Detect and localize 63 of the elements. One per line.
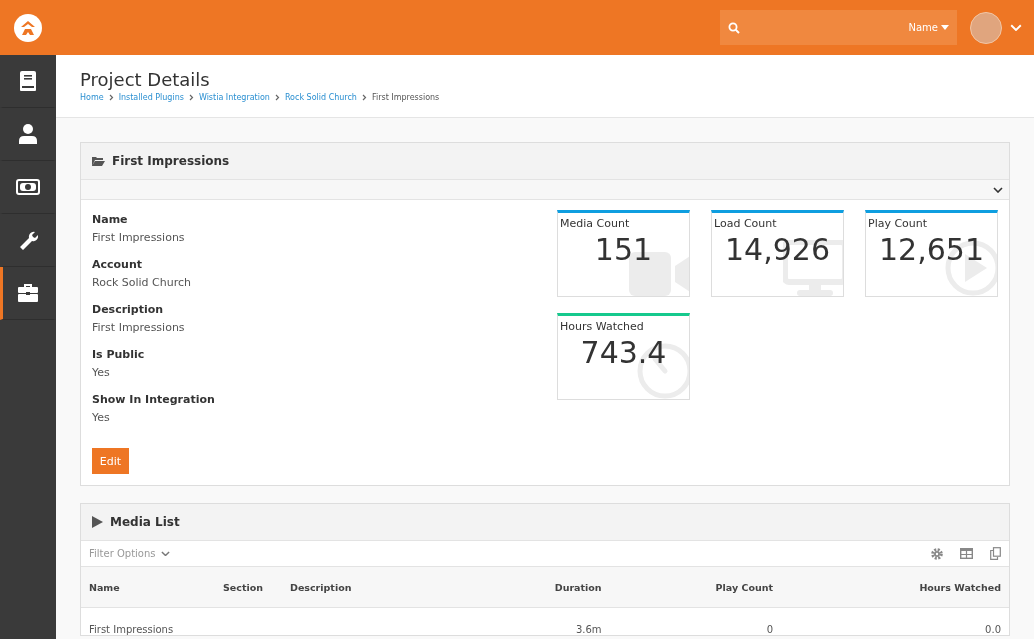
field-value: Yes: [92, 411, 111, 424]
stat-value: 12,651: [878, 232, 985, 267]
play-icon: [92, 516, 103, 528]
stat-label: Play Count: [867, 216, 929, 230]
chevron-right-icon: [188, 94, 194, 101]
breadcrumb-link[interactable]: Home: [80, 93, 104, 102]
wrench-icon: [18, 230, 38, 250]
chevron-right-icon: [274, 94, 280, 101]
briefcase-icon: [18, 284, 38, 302]
logo-icon[interactable]: [13, 12, 43, 43]
chevron-down-icon: [160, 550, 170, 557]
chevron-down-icon: [993, 186, 1003, 193]
search-field[interactable]: Name: [720, 10, 957, 45]
field-label: Account: [92, 258, 144, 271]
chevron-down-icon: [1010, 23, 1022, 32]
table-cell: First Impressions: [81, 607, 215, 635]
sidebar-item[interactable]: [0, 267, 56, 320]
copy-icon[interactable]: [990, 547, 1001, 560]
stat-label: Load Count: [713, 216, 778, 230]
caret-down-icon: [941, 25, 949, 30]
stat-label: Hours Watched: [559, 319, 645, 333]
person-icon: [19, 124, 37, 144]
table-cell: 3.6m: [462, 607, 610, 635]
column-header[interactable]: Section: [215, 567, 282, 608]
field-label: Is Public: [92, 348, 146, 361]
column-header[interactable]: Hours Watched: [781, 567, 1009, 608]
folder-icon: [92, 156, 105, 166]
field-value: First Impressions: [92, 231, 186, 244]
chevron-right-icon: [108, 94, 114, 101]
field-label: Description: [92, 303, 165, 316]
stat-value: 14,926: [724, 232, 831, 267]
filter-options-button[interactable]: Filter Options: [89, 548, 170, 559]
user-menu-button[interactable]: [1010, 23, 1022, 32]
field-label: Show In Integration: [92, 393, 216, 406]
page-title: Project Details: [80, 69, 211, 91]
collapse-button[interactable]: [993, 186, 1003, 193]
column-header[interactable]: Name: [81, 567, 215, 608]
field-value: Yes: [92, 366, 111, 379]
table-cell: 0.0: [781, 607, 1009, 635]
search-icon: [728, 21, 740, 34]
breadcrumb-link[interactable]: Rock Solid Church: [284, 93, 357, 102]
stat-label: Media Count: [559, 216, 631, 230]
field-label: Name: [92, 213, 129, 226]
breadcrumb-link[interactable]: Installed Plugins: [118, 93, 184, 102]
column-header[interactable]: Description: [282, 567, 463, 608]
breadcrumb-current: First Impressions: [371, 93, 440, 102]
field-value: Rock Solid Church: [92, 276, 193, 289]
chevron-right-icon: [361, 94, 367, 101]
edit-button[interactable]: Edit: [92, 448, 129, 474]
table-icon[interactable]: [960, 548, 973, 559]
book-icon: [19, 71, 37, 91]
stat-value: 151: [593, 232, 654, 267]
search-filter-dropdown[interactable]: Name: [908, 22, 949, 33]
panel-title: Media List: [110, 515, 180, 529]
breadcrumb-link[interactable]: Wistia Integration: [198, 93, 270, 102]
stat-value: 743.4: [579, 335, 668, 370]
field-value: First Impressions: [92, 321, 186, 334]
panel-title: First Impressions: [112, 154, 230, 168]
column-header[interactable]: Play Count: [609, 567, 781, 608]
banknote-icon: [16, 179, 40, 195]
table-cell: 0: [609, 607, 781, 635]
settings-icon[interactable]: [931, 547, 943, 560]
column-header[interactable]: Duration: [462, 567, 610, 608]
